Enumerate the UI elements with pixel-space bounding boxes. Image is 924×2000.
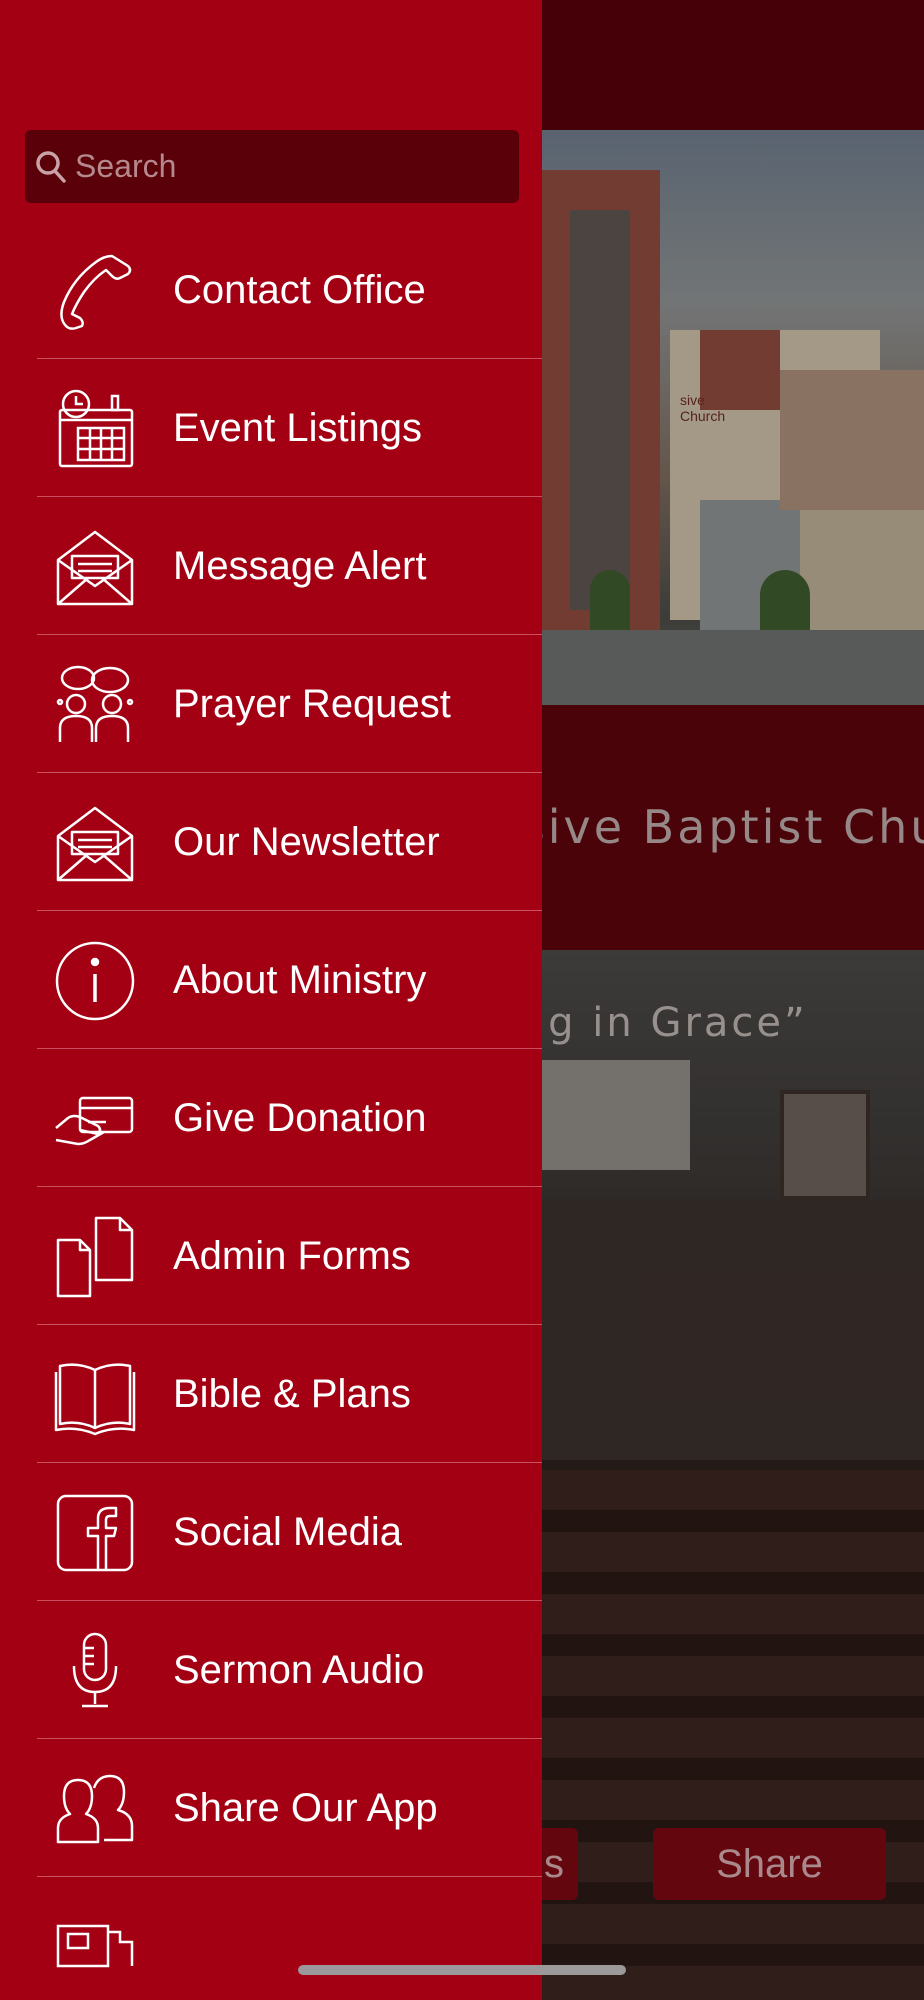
menu-item-label: Share Our App xyxy=(173,1785,438,1830)
menu-item-partial[interactable] xyxy=(0,1877,542,2000)
menu-item-label: About Ministry xyxy=(173,957,427,1002)
menu-item-label: Prayer Request xyxy=(173,681,451,726)
side-drawer: Contact Office Event Listings xyxy=(0,0,542,2000)
menu-item-event-listings[interactable]: Event Listings xyxy=(0,359,542,497)
search-input[interactable] xyxy=(75,130,505,203)
photo-icon xyxy=(54,1906,136,1988)
open-book-icon xyxy=(54,1354,136,1436)
menu-item-label: Admin Forms xyxy=(173,1233,411,1278)
menu-item-give-donation[interactable]: Give Donation xyxy=(0,1049,542,1187)
menu-item-our-newsletter[interactable]: Our Newsletter xyxy=(0,773,542,911)
menu-item-label: Message Alert xyxy=(173,543,427,588)
menu-item-sermon-audio[interactable]: Sermon Audio xyxy=(0,1601,542,1739)
menu-item-admin-forms[interactable]: Admin Forms xyxy=(0,1187,542,1325)
people-chat-icon xyxy=(54,664,136,746)
menu-item-label: Contact Office xyxy=(173,267,426,312)
menu-item-label: Bible & Plans xyxy=(173,1371,411,1416)
menu-item-label: Event Listings xyxy=(173,405,423,450)
menu-item-message-alert[interactable]: Message Alert xyxy=(0,497,542,635)
people-icon xyxy=(54,1768,136,1850)
menu-item-social-media[interactable]: Social Media xyxy=(0,1463,542,1601)
search-bar[interactable] xyxy=(25,130,519,203)
menu-item-bible-plans[interactable]: Bible & Plans xyxy=(0,1325,542,1463)
menu-item-contact-office[interactable]: Contact Office xyxy=(0,221,542,359)
menu-list: Contact Office Event Listings Message Al… xyxy=(0,221,542,2000)
menu-item-prayer-request[interactable]: Prayer Request xyxy=(0,635,542,773)
home-indicator[interactable] xyxy=(298,1965,626,1975)
facebook-icon xyxy=(54,1492,136,1574)
search-icon xyxy=(35,150,67,189)
menu-item-label: Give Donation xyxy=(173,1095,427,1140)
hand-card-icon xyxy=(54,1078,136,1160)
menu-item-label: Our Newsletter xyxy=(173,819,440,864)
phone-icon xyxy=(54,250,136,332)
menu-item-about-ministry[interactable]: About Ministry xyxy=(0,911,542,1049)
envelope-icon xyxy=(54,526,136,608)
menu-item-label: Social Media xyxy=(173,1509,403,1554)
microphone-icon xyxy=(54,1630,136,1712)
info-icon xyxy=(54,940,136,1022)
calendar-clock-icon xyxy=(54,388,136,470)
documents-icon xyxy=(54,1216,136,1298)
menu-item-label: Sermon Audio xyxy=(173,1647,425,1692)
envelope-open-icon xyxy=(54,802,136,884)
menu-item-share-our-app[interactable]: Share Our App xyxy=(0,1739,542,1877)
